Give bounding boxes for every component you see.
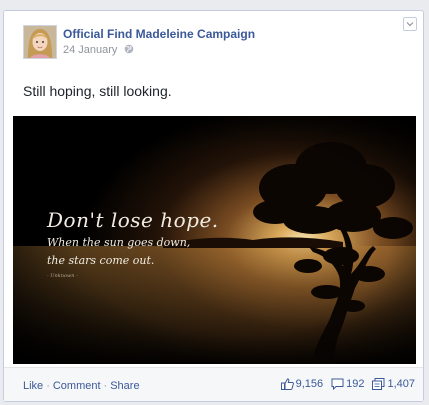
page-name-link[interactable]: Official Find Madeleine Campaign <box>63 27 255 41</box>
comment-link[interactable]: Comment <box>53 380 101 392</box>
chevron-down-icon <box>406 22 414 27</box>
post-message: Still hoping, still looking. <box>23 83 172 99</box>
globe-icon[interactable] <box>124 44 134 57</box>
comment-bubble-icon <box>331 378 344 390</box>
likes-count[interactable]: 9,156 <box>280 378 324 390</box>
quote-line-2: When the sun goes down, <box>47 236 191 249</box>
separator: · <box>103 380 108 392</box>
shares-count[interactable]: 1,407 <box>372 378 415 390</box>
post-photo[interactable]: Don't lose hope. When the sun goes down,… <box>13 116 416 364</box>
share-icon <box>372 378 385 390</box>
comments-count[interactable]: 192 <box>331 378 364 390</box>
avatar[interactable] <box>23 25 57 59</box>
post-options-button[interactable] <box>403 17 417 31</box>
thumbs-up-icon <box>280 378 294 390</box>
like-link[interactable]: Like <box>23 380 43 392</box>
quote-line-1: Don't lose hope. <box>47 208 219 232</box>
post-meta: 24 January <box>63 44 134 57</box>
image-quote: Don't lose hope. When the sun goes down,… <box>47 208 219 279</box>
shares-value: 1,407 <box>387 378 415 390</box>
likes-value: 9,156 <box>295 378 324 390</box>
post-stats: 9,156 192 1,407 <box>273 378 415 390</box>
post-actions: Like · Comment · Share <box>23 380 140 392</box>
post-date-link[interactable]: 24 January <box>63 44 117 56</box>
post-footer: Like · Comment · Share 9,156 192 1,407 <box>4 367 423 401</box>
quote-attribution: - Unknown - <box>47 273 78 279</box>
quote-line-3: the stars come out. <box>47 254 155 267</box>
separator: · <box>46 380 50 392</box>
post-card: Official Find Madeleine Campaign 24 Janu… <box>3 10 424 402</box>
comments-value: 192 <box>346 378 365 390</box>
share-link[interactable]: Share <box>110 380 139 392</box>
